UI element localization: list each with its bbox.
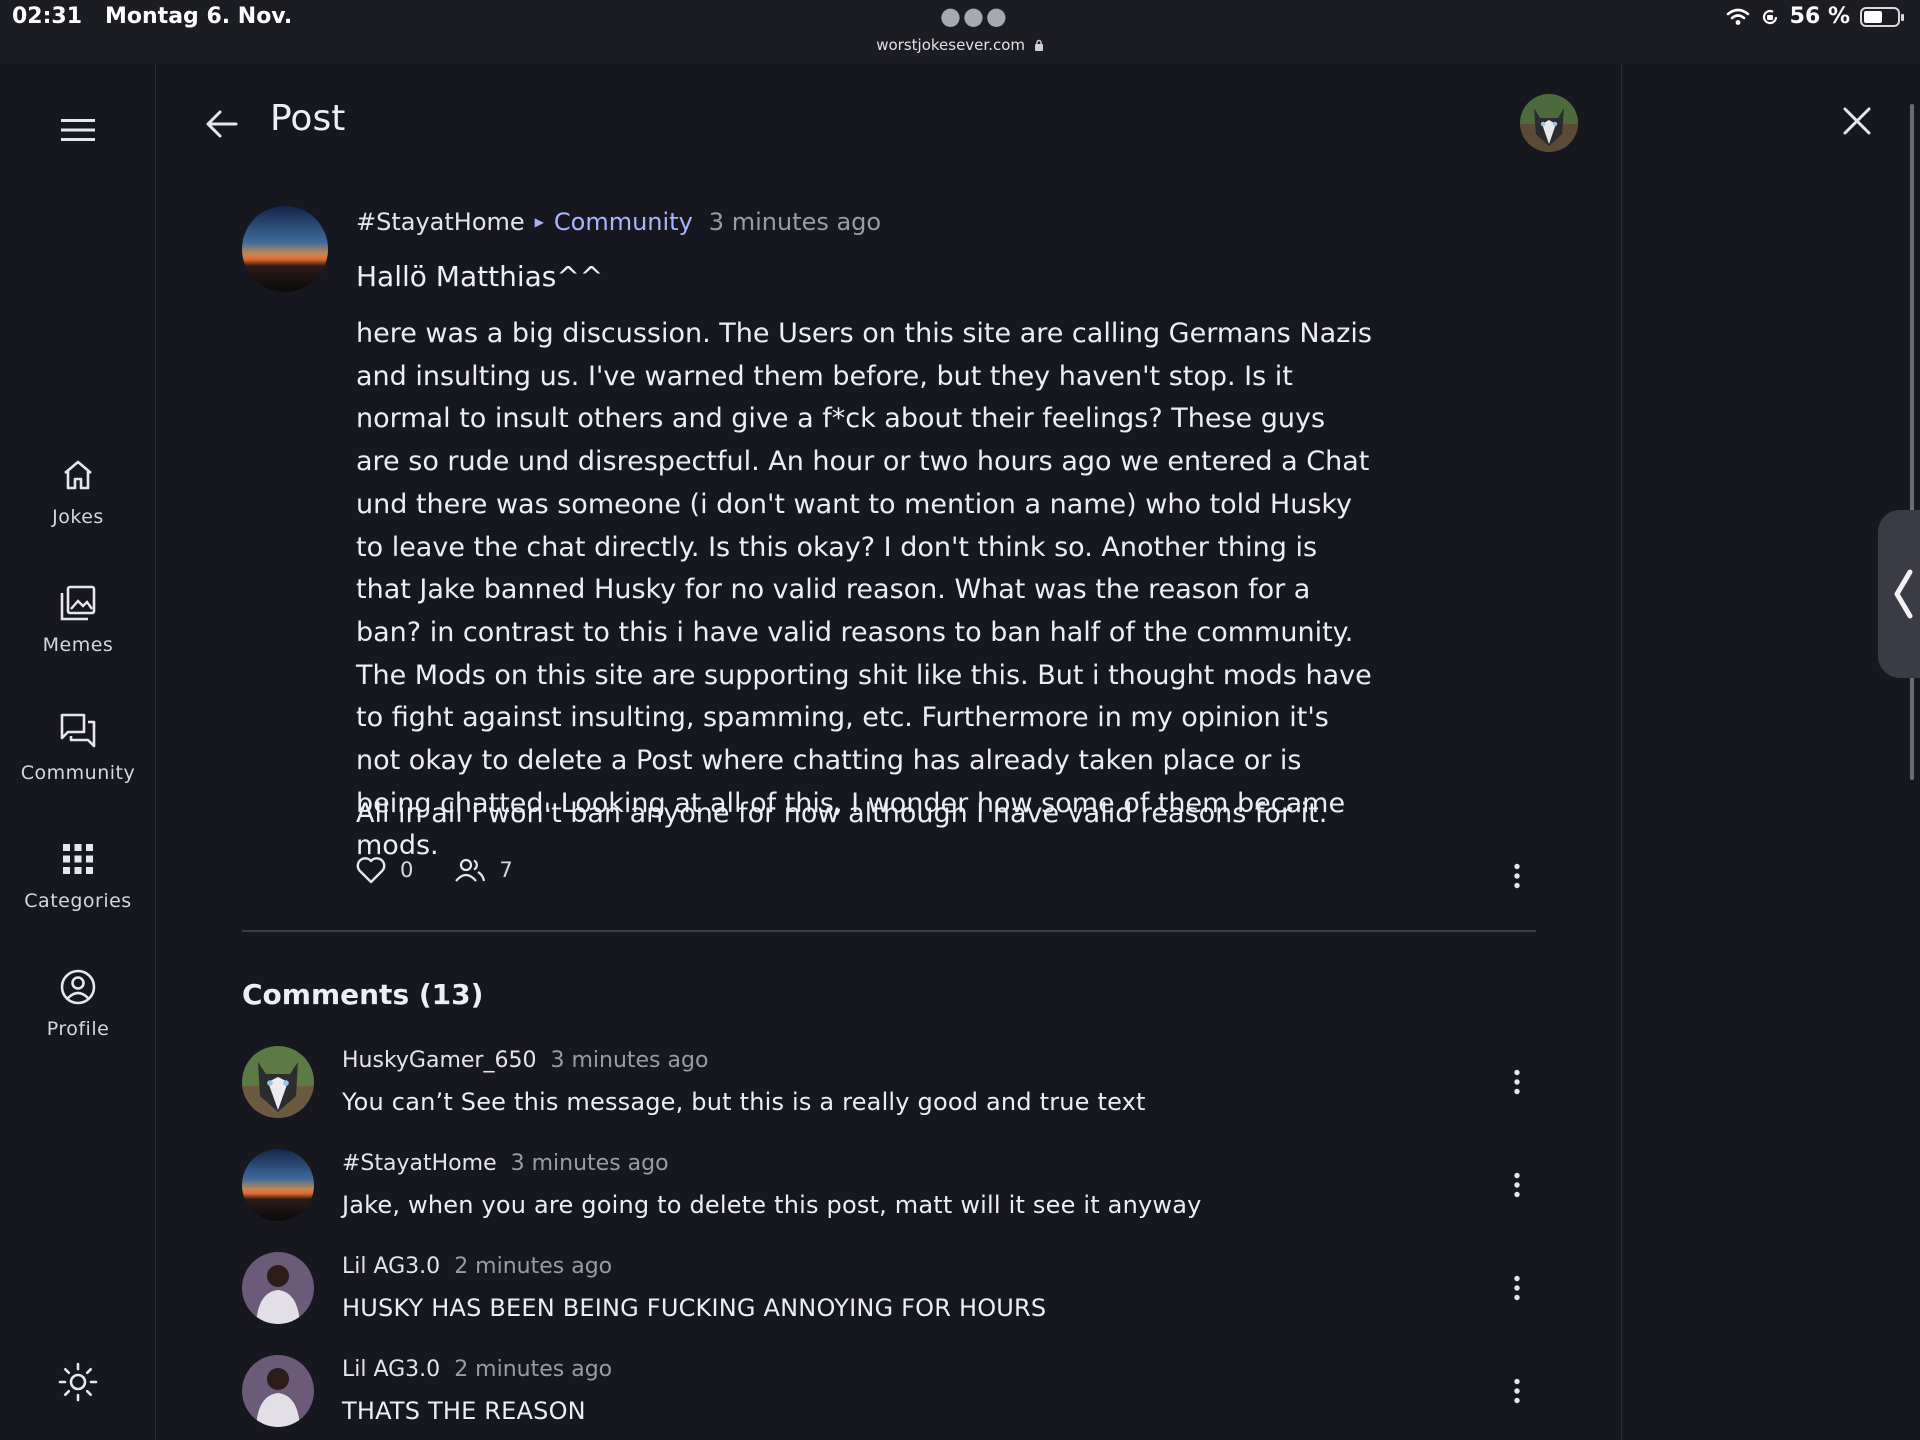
people-icon (455, 858, 486, 882)
caret-right-icon: ▶ (534, 215, 544, 229)
comment-timestamp: 2 minutes ago (454, 1254, 613, 1279)
comment-text: HUSKY HAS BEEN BEING FUCKING ANNOYING FO… (342, 1294, 1047, 1322)
post-author-avatar[interactable] (242, 206, 328, 292)
comment-author[interactable]: HuskyGamer_650 (342, 1048, 536, 1073)
home-icon (57, 454, 99, 496)
sidebar-item-label: Profile (46, 1018, 110, 1040)
comment-author[interactable]: #StayatHome (342, 1151, 497, 1176)
user-avatar[interactable] (1520, 94, 1578, 152)
post-panel: Post #StayatHome ▶ Community 3 minutes a… (156, 64, 1622, 1440)
more-vertical-icon (1514, 1378, 1520, 1404)
post-greeting: Hallö Matthias^^ (356, 260, 604, 293)
sidebar-item-jokes[interactable]: Jokes (0, 454, 156, 564)
close-icon (1843, 107, 1871, 135)
sidebar: Jokes Memes Community Categories Profile (0, 64, 156, 1440)
user-circle-icon (57, 966, 99, 1008)
wifi-icon (1726, 8, 1749, 25)
sun-icon (58, 1362, 98, 1402)
arrow-left-icon (206, 110, 238, 138)
like-button[interactable]: 0 (356, 856, 413, 884)
post-author[interactable]: #StayatHome (356, 208, 525, 236)
comment-more-button[interactable] (1502, 1270, 1532, 1306)
participant-count: 7 (499, 858, 513, 882)
scrollbar[interactable] (1910, 104, 1914, 780)
post-body: here was a big discussion. The Users on … (356, 318, 1372, 862)
hamburger-icon (61, 119, 95, 141)
url-text: worstjokesever.com (876, 36, 1025, 54)
comment-author[interactable]: Lil AG3.0 (342, 1254, 440, 1279)
url-bar[interactable]: worstjokesever.com (0, 36, 1920, 54)
post-more-button[interactable] (1502, 858, 1532, 894)
participants-button[interactable]: 7 (455, 858, 513, 882)
sidebar-item-profile[interactable]: Profile (0, 966, 156, 1076)
comment-header: Lil AG3.0 2 minutes ago (342, 1254, 612, 1279)
battery-icon (1860, 6, 1904, 27)
sidebar-item-categories[interactable]: Categories (0, 838, 156, 948)
more-vertical-icon (1514, 1172, 1520, 1198)
comment-author[interactable]: Lil AG3.0 (342, 1357, 440, 1382)
close-button[interactable] (1836, 100, 1878, 142)
heart-icon (356, 857, 386, 884)
chevron-left-icon (1894, 569, 1913, 619)
comment-more-button[interactable] (1502, 1064, 1532, 1100)
comment-more-button[interactable] (1502, 1167, 1532, 1203)
post-closing: All in all I won't ban anyone for now al… (356, 798, 1328, 829)
status-bar: 02:31 Montag 6. Nov. ●●● worstjokesever.… (0, 0, 1920, 64)
comment-avatar[interactable] (242, 1355, 314, 1427)
comment-avatar[interactable] (242, 1149, 314, 1221)
comment-text: You can’t See this message, but this is … (342, 1088, 1146, 1116)
comment-header: #StayatHome 3 minutes ago (342, 1151, 669, 1176)
menu-button[interactable] (58, 110, 98, 150)
sidebar-item-community[interactable]: Community (0, 710, 156, 820)
chat-icon (57, 710, 99, 752)
more-vertical-icon (1514, 1069, 1520, 1095)
post-actions: 0 7 (356, 856, 555, 884)
comment-item: #StayatHome 3 minutes ago Jake, when you… (242, 1149, 1542, 1239)
multitask-dots-icon[interactable]: ●●● (940, 2, 1009, 30)
side-panel-handle[interactable] (1878, 510, 1920, 678)
comment-header: Lil AG3.0 2 minutes ago (342, 1357, 612, 1382)
sidebar-item-label: Community (20, 762, 136, 784)
comment-more-button[interactable] (1502, 1373, 1532, 1409)
gallery-icon (57, 582, 99, 624)
sidebar-item-label: Categories (24, 890, 132, 912)
more-vertical-icon (1514, 1275, 1520, 1301)
comment-text: THATS THE REASON (342, 1397, 586, 1425)
comments-title: Comments (13) (242, 978, 484, 1011)
post-community-link[interactable]: Community (554, 208, 693, 236)
comment-timestamp: 3 minutes ago (550, 1048, 709, 1073)
like-count: 0 (400, 858, 414, 882)
comment-item: Lil AG3.0 2 minutes ago HUSKY HAS BEEN B… (242, 1252, 1542, 1342)
more-vertical-icon (1514, 863, 1520, 889)
status-indicators: 56 % (1726, 4, 1904, 29)
sidebar-item-label: Jokes (52, 506, 104, 528)
status-date: Montag 6. Nov. (105, 4, 293, 29)
comment-avatar[interactable] (242, 1046, 314, 1118)
sidebar-item-label: Memes (42, 634, 114, 656)
comment-timestamp: 2 minutes ago (454, 1357, 613, 1382)
grid-icon (57, 838, 99, 880)
comment-header: HuskyGamer_650 3 minutes ago (342, 1048, 708, 1073)
post-timestamp: 3 minutes ago (708, 208, 882, 236)
back-button[interactable] (200, 102, 244, 146)
battery-percent: 56 % (1789, 4, 1850, 29)
comment-avatar[interactable] (242, 1252, 314, 1324)
comment-item: HuskyGamer_650 3 minutes ago You can’t S… (242, 1046, 1542, 1136)
comment-timestamp: 3 minutes ago (510, 1151, 669, 1176)
comment-text: Jake, when you are going to delete this … (342, 1191, 1202, 1219)
sidebar-item-memes[interactable]: Memes (0, 582, 156, 692)
page-title: Post (270, 98, 346, 139)
status-time: 02:31 (12, 4, 83, 29)
status-time-date: 02:31 Montag 6. Nov. (12, 4, 292, 29)
comment-item: Lil AG3.0 2 minutes ago THATS THE REASON (242, 1355, 1542, 1440)
theme-toggle-button[interactable] (56, 1360, 100, 1404)
orientation-lock-icon (1762, 9, 1777, 24)
post-meta: #StayatHome ▶ Community 3 minutes ago (356, 208, 881, 236)
divider (242, 930, 1536, 932)
lock-icon (1034, 39, 1043, 51)
